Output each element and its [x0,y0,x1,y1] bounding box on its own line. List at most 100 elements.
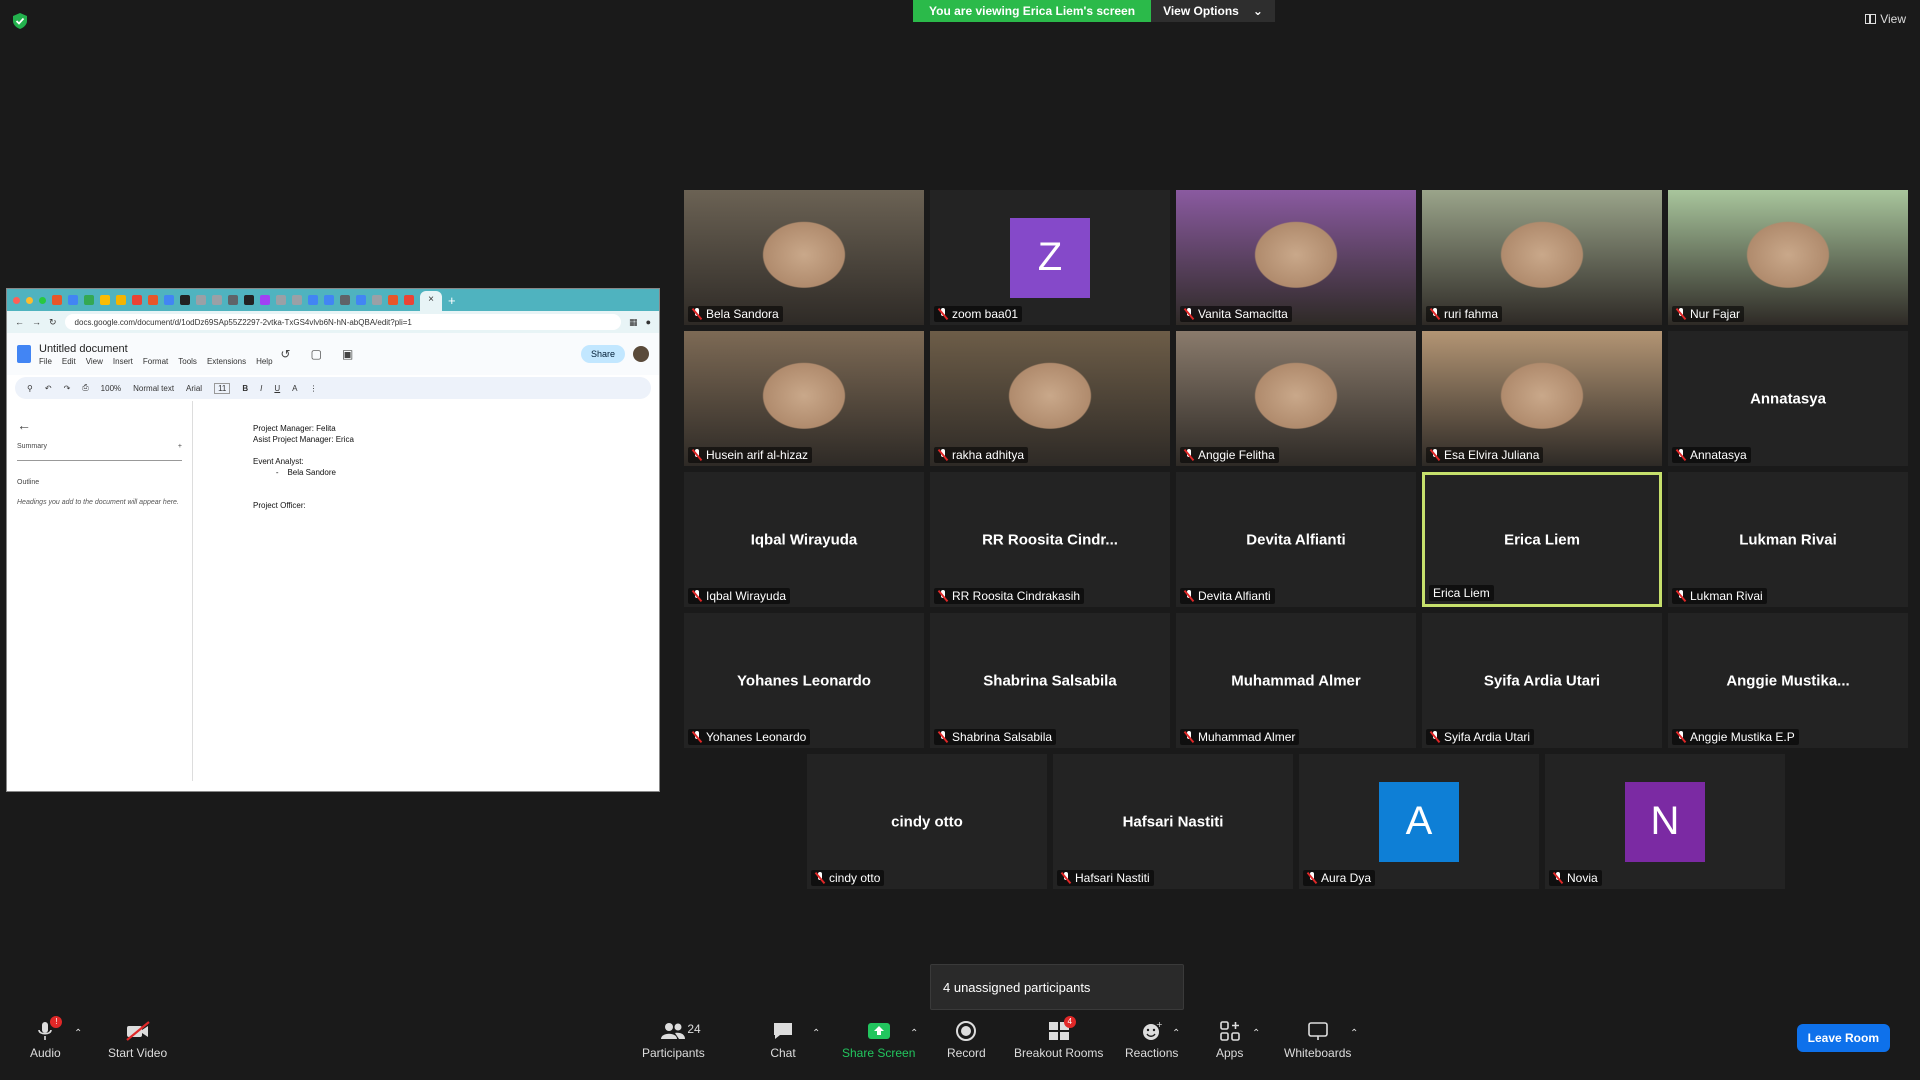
audio-button[interactable]: ! Audio [30,1016,63,1060]
participant-tile[interactable]: Vanita Samacitta [1176,190,1416,325]
tab-favicon [84,295,94,305]
reactions-options-caret-icon[interactable]: ⌃ [1172,1028,1180,1039]
participants-icon: 24 [653,1020,701,1042]
whiteboards-button[interactable]: Whiteboards [1284,1020,1351,1060]
whiteboards-options-caret-icon[interactable]: ⌃ [1350,1028,1358,1039]
tab-favicon [228,295,238,305]
audio-options-caret-icon[interactable]: ⌃ [74,1028,82,1039]
participant-name-label: Aura Dya [1303,870,1376,886]
participant-tile[interactable]: A Aura Dya [1299,754,1539,889]
muted-mic-icon [938,308,948,320]
participant-display-name: Lukman Rivai [1739,531,1837,548]
participant-tile[interactable]: Nur Fajar [1668,190,1908,325]
docs-page: Project Manager: Felita Asist Project Ma… [193,401,659,781]
participant-tile[interactable]: Muhammad Almer Muhammad Almer [1176,613,1416,748]
view-options-label: View Options [1163,4,1239,18]
reload-icon: ↻ [49,316,57,327]
summary-row: Summary + [17,443,182,461]
apps-options-caret-icon[interactable]: ⌃ [1252,1028,1260,1039]
participant-tile[interactable]: rakha adhitya [930,331,1170,466]
more-icon: ⋮ [309,383,318,393]
participant-tile[interactable]: Husein arif al-hizaz [684,331,924,466]
muted-mic-icon [692,449,702,461]
participant-name: Devita Alfianti [1198,589,1271,603]
leave-room-button[interactable]: Leave Room [1796,1024,1890,1052]
profile-icon: ● [645,317,651,327]
participant-name: zoom baa01 [952,307,1019,321]
participant-name-label: Iqbal Wirayuda [688,588,791,604]
muted-mic-icon [1307,872,1317,884]
participant-tile[interactable]: Lukman Rivai Lukman Rivai [1668,472,1908,607]
tab-favicon [148,295,158,305]
participant-tile[interactable]: Yohanes Leonardo Yohanes Leonardo [684,613,924,748]
participant-name-label: Hafsari Nastiti [1057,870,1154,886]
participant-tile[interactable]: Esa Elvira Juliana [1422,331,1662,466]
close-window-icon [13,296,20,304]
participant-tile[interactable]: Syifa Ardia Utari Syifa Ardia Utari [1422,613,1662,748]
participant-tile[interactable]: Zzoom baa01 [930,190,1170,325]
tab-favicon [388,295,398,305]
muted-mic-icon [1676,449,1686,461]
tab-favicon [276,295,286,305]
docs-menu-item: Extensions [206,356,247,366]
participant-tile[interactable]: cindy otto cindy otto [807,754,1047,889]
participant-tile[interactable]: Erica Liem Erica Liem [1422,472,1662,607]
muted-mic-icon [1676,308,1686,320]
participant-tile[interactable]: Anggie Mustika... Anggie Mustika E.P [1668,613,1908,748]
share-screen-label: Share Screen [842,1046,916,1060]
participant-name-label: zoom baa01 [934,306,1023,322]
participant-tile[interactable]: Hafsari Nastiti Hafsari Nastiti [1053,754,1293,889]
chat-options-caret-icon[interactable]: ⌃ [812,1028,820,1039]
participant-display-name: cindy otto [891,813,963,830]
view-options-button[interactable]: View Options ⌄ [1151,0,1275,22]
participant-display-name: Muhammad Almer [1231,672,1361,689]
participant-tile[interactable]: Iqbal Wirayuda Iqbal Wirayuda [684,472,924,607]
apps-button[interactable]: Apps [1216,1020,1243,1060]
participant-name-label: Syifa Ardia Utari [1426,729,1535,745]
participant-tile[interactable]: N Novia [1545,754,1785,889]
record-button[interactable]: Record [947,1020,986,1060]
participant-tile[interactable]: Anggie Felitha [1176,331,1416,466]
participant-tile[interactable]: RR Roosita Cindr... RR Roosita Cindrakasi… [930,472,1170,607]
participant-name: cindy otto [829,871,881,885]
participant-display-name: Devita Alfianti [1246,531,1346,548]
security-shield-icon[interactable] [12,12,28,30]
docs-menu-item: Format [142,356,169,366]
font-size-field: 11 [214,382,231,394]
reactions-button[interactable]: + Reactions [1125,1020,1178,1060]
muted-mic-icon [1676,590,1686,602]
start-video-button[interactable]: Start Video [108,1020,167,1060]
participant-video [684,331,924,466]
minimize-window-icon [26,296,33,304]
muted-mic-icon [1184,308,1194,320]
gallery-view-icon [1865,14,1877,24]
share-options-caret-icon[interactable]: ⌃ [910,1028,918,1039]
participants-button[interactable]: 24 Participants [642,1020,705,1060]
reactions-label: Reactions [1125,1046,1179,1060]
share-screen-icon [866,1020,892,1042]
participant-tile[interactable]: Bela Sandora [684,190,924,325]
chat-button[interactable]: Chat [770,1020,796,1060]
participant-video [930,331,1170,466]
view-button[interactable]: View [1865,12,1906,26]
redo-icon: ↷ [63,383,71,393]
participant-tile[interactable]: ruri fahma [1422,190,1662,325]
tab-favicon [372,295,382,305]
participant-display-name: Anggie Mustika... [1726,672,1850,689]
participant-avatar: A [1379,781,1459,862]
breakout-rooms-button[interactable]: 4 Breakout Rooms [1014,1016,1104,1060]
participant-tile[interactable]: Annatasya Annatasya [1668,331,1908,466]
participant-name: Shabrina Salsabila [952,730,1053,744]
docs-menu-item: Help [256,356,273,366]
meeting-toolbar: ! Audio ⌃ Start Video 24 Participants Ch… [0,1010,1920,1080]
record-label: Record [947,1046,986,1060]
back-icon: ← [15,317,24,327]
share-screen-button[interactable]: Share Screen [842,1020,915,1060]
participant-tile[interactable]: Devita Alfianti Devita Alfianti [1176,472,1416,607]
breakout-rooms-label: Breakout Rooms [1014,1046,1104,1060]
doc-line: Project Manager: Felita [253,424,336,433]
svg-text:+: + [1156,1020,1163,1029]
docs-share-button: Share [580,345,625,363]
chevron-down-icon: ⌄ [1252,4,1263,18]
participant-tile[interactable]: Shabrina Salsabila Shabrina Salsabila [930,613,1170,748]
